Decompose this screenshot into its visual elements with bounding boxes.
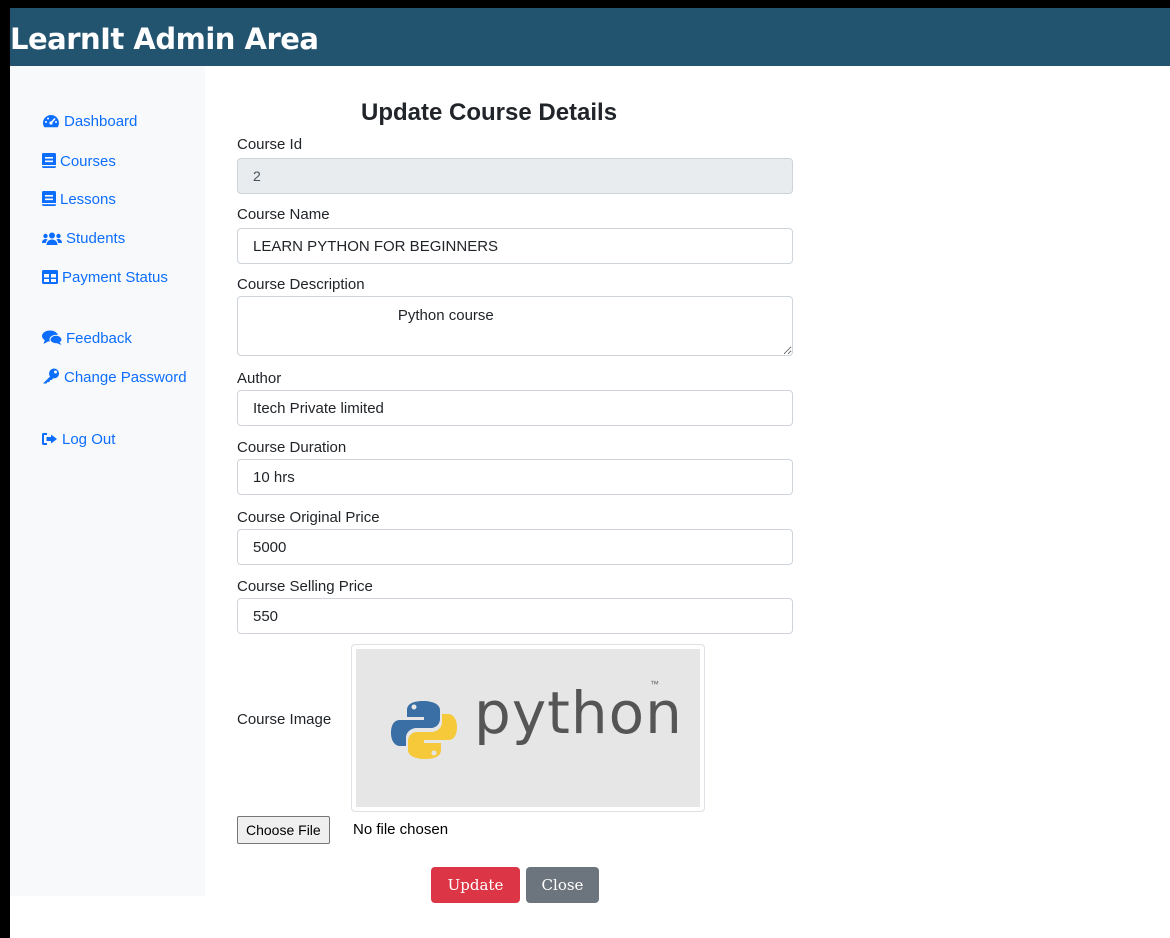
file-status-text: No file chosen <box>353 821 449 838</box>
comments-icon <box>42 330 62 345</box>
choose-file-button[interactable]: Choose File <box>237 816 330 844</box>
sidebar-item-label: Students <box>66 230 126 247</box>
key-icon <box>43 368 59 384</box>
course-duration-label: Course Duration <box>237 439 347 456</box>
course-duration-field[interactable] <box>237 459 793 495</box>
sidebar-item-students[interactable]: Students <box>42 227 192 250</box>
sidebar-item-label: Log Out <box>62 431 116 448</box>
course-image-preview: python ™ <box>356 649 700 807</box>
sign-out-icon <box>42 433 57 445</box>
sidebar-item-label: Lessons <box>60 191 116 208</box>
course-id-label: Course Id <box>237 136 303 153</box>
sidebar: Dashboard Courses Lessons Students Payme… <box>10 66 205 896</box>
course-original-price-label: Course Original Price <box>237 509 380 526</box>
course-original-price-field[interactable] <box>237 529 793 565</box>
sidebar-item-dashboard[interactable]: Dashboard <box>42 110 192 133</box>
app-window: LearnIt Admin Area Dashboard Courses Les… <box>10 8 1170 938</box>
course-description-field[interactable]: Python course <box>237 296 793 356</box>
author-label: Author <box>237 370 282 387</box>
course-name-field[interactable] <box>237 228 793 264</box>
course-selling-price-field[interactable] <box>237 598 793 634</box>
sidebar-item-label: Change Password <box>64 369 187 386</box>
sidebar-item-feedback[interactable]: Feedback <box>42 327 192 350</box>
sidebar-item-label: Courses <box>60 153 116 170</box>
book-icon <box>42 153 56 168</box>
python-logo-icon <box>391 701 457 759</box>
sidebar-item-label: Feedback <box>66 330 132 347</box>
course-description-label: Course Description <box>237 276 365 293</box>
sidebar-item-label: Dashboard <box>64 113 138 130</box>
python-logo-text: python <box>474 679 683 747</box>
table-icon <box>42 270 58 284</box>
author-field[interactable] <box>237 390 793 426</box>
course-selling-price-label: Course Selling Price <box>237 578 373 595</box>
course-id-field[interactable] <box>237 158 793 194</box>
sidebar-item-change-password[interactable]: Change Password <box>42 366 192 389</box>
book-icon <box>42 191 56 206</box>
brand-title[interactable]: LearnIt Admin Area <box>10 22 319 56</box>
sidebar-item-payment-status[interactable]: Payment Status <box>42 266 192 289</box>
sidebar-item-courses[interactable]: Courses <box>42 150 192 173</box>
close-button[interactable]: Close <box>526 867 599 903</box>
course-name-label: Course Name <box>237 206 330 223</box>
users-icon <box>42 232 62 245</box>
sidebar-item-label: Payment Status <box>62 269 168 286</box>
course-image-label: Course Image <box>237 711 332 728</box>
sidebar-item-log-out[interactable]: Log Out <box>42 428 192 451</box>
top-navbar: LearnIt Admin Area <box>10 8 1170 66</box>
course-image-thumbnail: python ™ <box>351 644 705 812</box>
tachometer-icon <box>43 115 59 128</box>
page-title: Update Course Details <box>361 99 618 126</box>
sidebar-item-lessons[interactable]: Lessons <box>42 188 192 211</box>
update-button[interactable]: Update <box>431 867 520 903</box>
trademark-mark: ™ <box>650 679 659 689</box>
